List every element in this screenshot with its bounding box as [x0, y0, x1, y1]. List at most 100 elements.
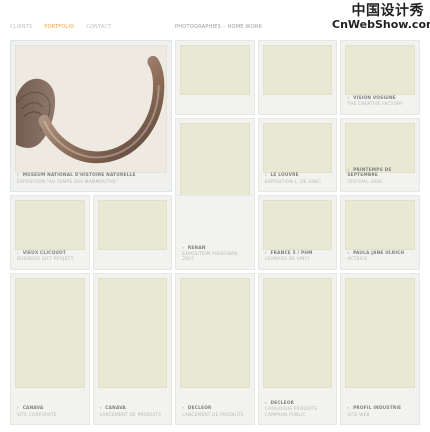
portfolio-subtitle: CATALOGUE PRODUITS CAMPAGN PUBLIC: [264, 407, 318, 418]
portfolio-title-text: PRINTEMPS DE SEPTEMBRE: [347, 168, 392, 179]
portfolio-image-placeholder: [262, 277, 333, 388]
page-subtitle: PHOTOGRAPHIES – HOME WORK: [175, 24, 263, 30]
portfolio-image-placeholder: [15, 200, 85, 251]
portfolio-item-blank-2[interactable]: [257, 40, 338, 115]
portfolio-title: › PAULA JANE ULRICH: [347, 251, 413, 256]
portfolio-item-museum-natural-history[interactable]: › MUSEUM NATIONAL D'HISTOIRE NATURELLE E…: [10, 40, 173, 193]
portfolio-item-printemps-de-septembre[interactable]: › PRINTEMPS DE SEPTEMBRE FESTIVAL 2006: [340, 117, 420, 193]
chevron-right-icon: ›: [17, 406, 19, 412]
portfolio-image-placeholder: [180, 277, 250, 388]
chevron-right-icon: ›: [347, 251, 350, 257]
portfolio-item-profil-industrie[interactable]: › PROFIL INDUSTRIE SITE WEB: [340, 272, 420, 425]
chevron-right-icon: ›: [264, 251, 267, 257]
portfolio-label: › DECLEOR CATALOGUE PRODUITS CAMPAGN PUB…: [265, 401, 331, 418]
chevron-right-icon: ›: [264, 400, 267, 406]
portfolio-title: › DECLEOR: [182, 406, 248, 411]
portfolio-image-placeholder: [345, 122, 415, 173]
portfolio-title: › CANAVA: [100, 406, 166, 411]
portfolio-label: › VISION VOSGINE THE CREATIVE FACTORY: [347, 96, 413, 108]
portfolio-title-text: CANAVA: [22, 406, 44, 412]
portfolio-item-decleor-launch[interactable]: › DECLEOR LANCEMENT DE PRODUITS: [175, 272, 255, 425]
main-nav: CLIENTS PORTFOLIO CONTACT: [10, 24, 111, 30]
portfolio-label: › VIEUX CLICQUOT BUSINESS GIFT PROJECT: [17, 251, 83, 263]
portfolio-title-text: LE LOUVRE: [270, 173, 299, 179]
portfolio-image-placeholder: [97, 200, 168, 251]
portfolio-title: › RENAN: [182, 246, 248, 251]
portfolio-subtitle: ACTRICE: [347, 257, 368, 263]
portfolio-image-placeholder: [15, 277, 85, 388]
portfolio-title-text: MUSEUM NATIONAL D'HISTOIRE NATURELLE: [22, 173, 136, 179]
portfolio-title: › LE LOUVRE: [265, 173, 331, 178]
portfolio-subtitle: EXPOSITION "AU TEMPS DES MAMMOUTHS": [17, 179, 118, 185]
chevron-right-icon: ›: [99, 406, 102, 412]
portfolio-title: › PRINTEMPS DE SEPTEMBRE: [347, 168, 413, 179]
portfolio-label: › PROFIL INDUSTRIE SITE WEB: [347, 406, 413, 418]
nav-clients[interactable]: CLIENTS: [10, 24, 32, 30]
portfolio-grid: › MUSEUM NATIONAL D'HISTOIRE NATURELLE E…: [10, 40, 420, 425]
portfolio-title-text: VIEUX CLICQUOT: [22, 251, 67, 257]
portfolio-item-canava-corporate[interactable]: › CANAVA SITE CORPORATE: [10, 272, 90, 425]
portfolio-subtitle: SITE CORPORATE: [17, 412, 57, 418]
portfolio-image-placeholder: [180, 45, 250, 95]
portfolio-title: › PROFIL INDUSTRIE: [347, 406, 413, 411]
chevron-right-icon: ›: [264, 173, 267, 179]
top-bar: CLIENTS PORTFOLIO CONTACT PHOTOGRAPHIES …: [0, 0, 430, 40]
portfolio-title-text: PROFIL INDUSTRIE: [353, 406, 402, 412]
portfolio-subtitle: LEONARD DE VINCI: [264, 257, 310, 263]
watermark-en: CnWebShow.com: [332, 17, 430, 31]
mammoth-image: [16, 46, 167, 172]
portfolio-subtitle: EXPOSITION YORKUNAN 2007: [182, 252, 238, 263]
portfolio-title-text: DECLEOR: [270, 400, 295, 406]
portfolio-image: [15, 45, 168, 173]
chevron-right-icon: ›: [347, 95, 350, 101]
portfolio-title: › CANAVA: [17, 406, 83, 411]
portfolio-label: › PRINTEMPS DE SEPTEMBRE FESTIVAL 2006: [347, 168, 413, 185]
portfolio-subtitle: THE CREATIVE FACTORY: [347, 102, 403, 108]
chevron-right-icon: ›: [17, 251, 19, 257]
portfolio-item-le-louvre[interactable]: › LE LOUVRE EXPOSITION L. DE VINCI: [257, 117, 338, 193]
portfolio-title: › FRANCE 5 / PHM: [265, 251, 331, 256]
portfolio-image-placeholder: [262, 45, 333, 95]
chevron-right-icon: ›: [347, 406, 350, 412]
watermark-cn: 中国设计秀: [351, 3, 424, 19]
portfolio-item-blank-4[interactable]: [92, 195, 173, 270]
chevron-right-icon: ›: [182, 406, 185, 412]
portfolio-title: › VISION VOSGINE: [347, 96, 413, 101]
nav-portfolio[interactable]: PORTFOLIO: [44, 24, 74, 30]
nav-contact[interactable]: CONTACT: [86, 24, 111, 30]
portfolio-title: › VIEUX CLICQUOT: [17, 251, 83, 256]
portfolio-subtitle: FESTIVAL 2006: [347, 179, 383, 185]
portfolio-item-vieux-clicquot[interactable]: › VIEUX CLICQUOT BUSINESS GIFT PROJECT: [10, 195, 90, 270]
portfolio-label: › MUSEUM NATIONAL D'HISTOIRE NATURELLE E…: [17, 173, 165, 185]
portfolio-image-placeholder: [97, 277, 168, 388]
portfolio-title-text: RENAN: [187, 245, 206, 251]
chevron-right-icon: ›: [182, 245, 185, 251]
portfolio-subtitle: LANCEMENT DE PRODUITS: [99, 412, 162, 418]
portfolio-image-placeholder: [262, 122, 333, 173]
portfolio-title: › MUSEUM NATIONAL D'HISTOIRE NATURELLE: [17, 173, 165, 178]
portfolio-subtitle: SITE WEB: [347, 412, 370, 418]
portfolio-item-paula-jane-ulrich[interactable]: › PAULA JANE ULRICH ACTRICE: [340, 195, 420, 270]
portfolio-title: › DECLEOR: [265, 401, 331, 406]
portfolio-item-vision-vosgine[interactable]: › VISION VOSGINE THE CREATIVE FACTORY: [340, 40, 420, 115]
portfolio-item-blank-1[interactable]: [175, 40, 255, 115]
portfolio-item-france5-phm[interactable]: › FRANCE 5 / PHM LEONARD DE VINCI: [257, 195, 338, 270]
watermark: 中国设计秀 CnWebShow.com: [332, 3, 430, 31]
portfolio-label: › LE LOUVRE EXPOSITION L. DE VINCI: [265, 173, 331, 185]
portfolio-item-renan[interactable]: › RENAN EXPOSITION YORKUNAN 2007: [175, 195, 255, 270]
portfolio-title-text: FRANCE 5 / PHM: [270, 251, 313, 257]
portfolio-title-text: VISION VOSGINE: [353, 95, 396, 101]
portfolio-label: › RENAN EXPOSITION YORKUNAN 2007: [182, 246, 248, 263]
portfolio-label: › PAULA JANE ULRICH ACTRICE: [347, 251, 413, 263]
portfolio-subtitle: LANCEMENT DE PRODUITS: [182, 412, 244, 418]
portfolio-label: › FRANCE 5 / PHM LEONARD DE VINCI: [265, 251, 331, 263]
portfolio-subtitle: BUSINESS GIFT PROJECT: [17, 257, 74, 263]
portfolio-image-placeholder: [345, 200, 415, 251]
portfolio-title-text: DECLEOR: [187, 406, 212, 412]
portfolio-image-placeholder: [262, 200, 333, 251]
portfolio-label: › CANAVA SITE CORPORATE: [17, 406, 83, 418]
portfolio-item-decleor-catalogue[interactable]: › DECLEOR CATALOGUE PRODUITS CAMPAGN PUB…: [257, 272, 338, 425]
portfolio-subtitle: EXPOSITION L. DE VINCI: [264, 179, 321, 185]
portfolio-image-placeholder: [345, 277, 415, 388]
portfolio-item-canava-launch[interactable]: › CANAVA LANCEMENT DE PRODUITS: [92, 272, 173, 425]
